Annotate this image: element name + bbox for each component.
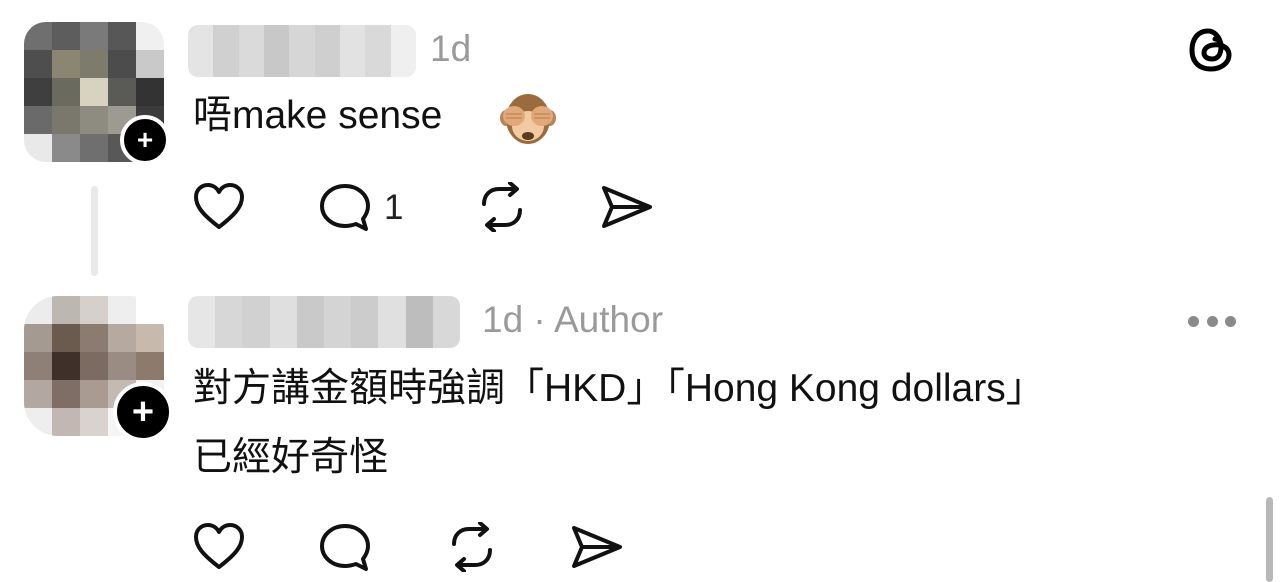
comment-text-line-1: 對方講金額時強調「HKD」「Hong Kong dollars」 bbox=[193, 367, 1045, 410]
see-no-evil-monkey-emoji-icon bbox=[500, 92, 556, 146]
threads-logo-icon[interactable] bbox=[1186, 25, 1236, 75]
timestamp: 1d bbox=[482, 299, 524, 340]
follow-plus-badge[interactable]: + bbox=[120, 115, 170, 165]
follow-plus-badge[interactable]: + bbox=[113, 382, 173, 442]
repost-icon[interactable] bbox=[444, 522, 500, 572]
reply-bubble-icon[interactable] bbox=[318, 522, 372, 574]
author-label: Author bbox=[554, 299, 664, 340]
comment-text-line-2: 已經好奇怪 bbox=[193, 436, 389, 479]
timestamp: 1d bbox=[430, 28, 472, 69]
blurred-username[interactable] bbox=[188, 296, 460, 348]
repost-icon[interactable] bbox=[474, 182, 530, 232]
thread-connector-line bbox=[91, 186, 98, 276]
meta-separator: · bbox=[523, 299, 554, 340]
comment-meta: 1d · Author bbox=[482, 298, 663, 342]
reply-count: 1 bbox=[384, 188, 404, 227]
comment-text: 唔make sense bbox=[193, 94, 443, 137]
scrollbar[interactable] bbox=[1266, 497, 1273, 582]
like-heart-icon[interactable] bbox=[192, 182, 246, 232]
share-send-icon[interactable] bbox=[570, 522, 624, 572]
more-options-icon[interactable] bbox=[1188, 313, 1236, 329]
blurred-username[interactable] bbox=[188, 25, 416, 77]
share-send-icon[interactable] bbox=[600, 182, 654, 232]
reply-bubble-icon[interactable] bbox=[318, 182, 372, 234]
like-heart-icon[interactable] bbox=[192, 522, 246, 572]
